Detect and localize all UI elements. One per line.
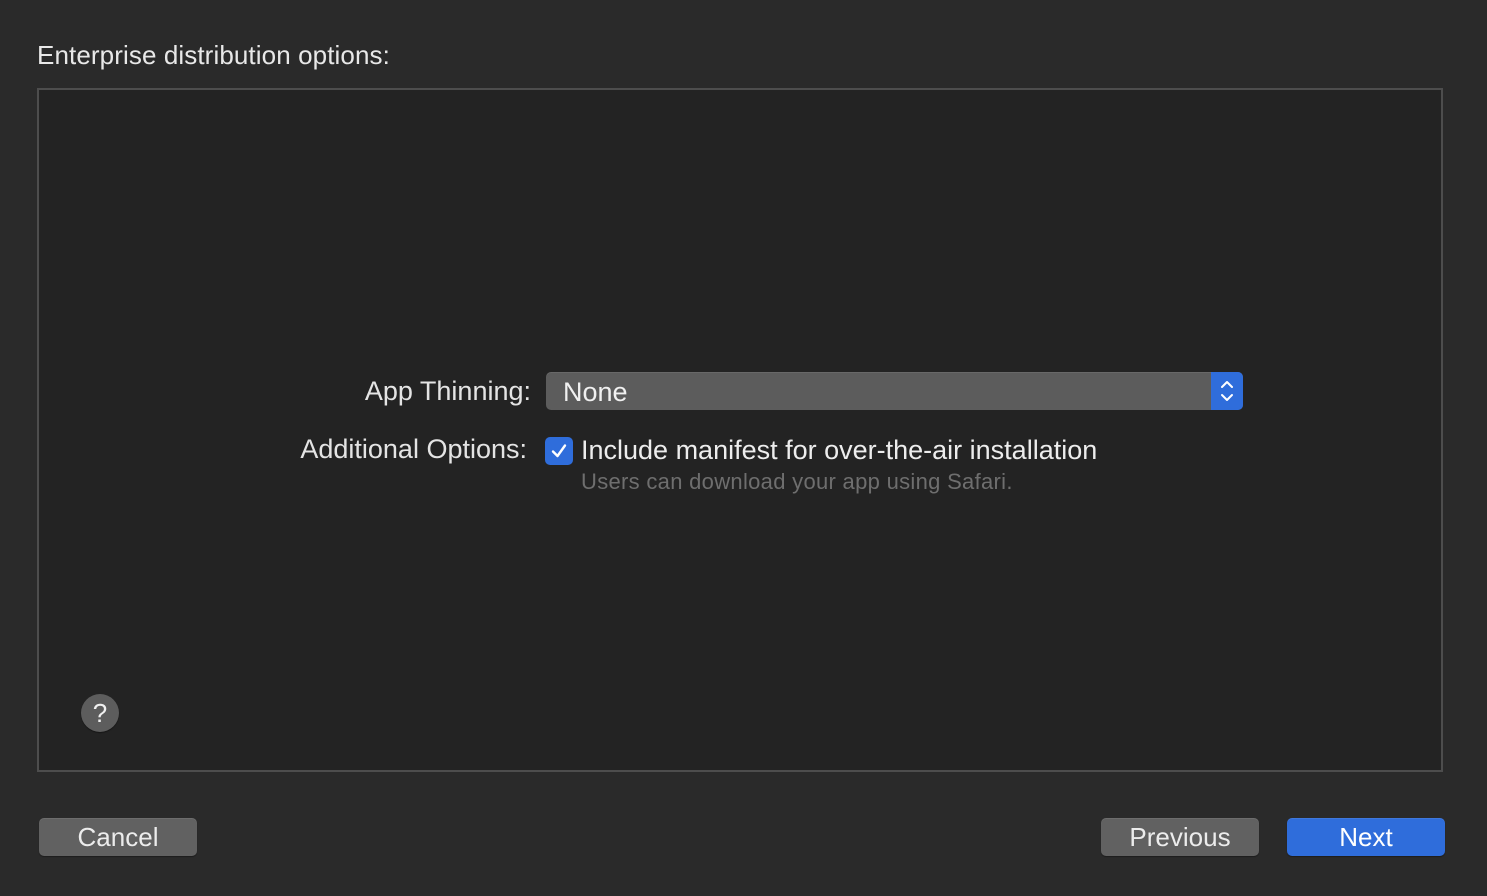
next-button[interactable]: Next [1287, 818, 1445, 856]
checkmark-icon [551, 444, 567, 458]
chevron-up-down-icon [1211, 372, 1243, 410]
additional-options-label: Additional Options: [300, 434, 527, 464]
help-button[interactable]: ? [81, 694, 119, 732]
cancel-button[interactable]: Cancel [39, 818, 197, 856]
include-manifest-help-text: Users can download your app using Safari… [581, 469, 1013, 494]
options-panel [37, 88, 1443, 772]
page-title: Enterprise distribution options: [37, 40, 390, 70]
distribution-options-window: Enterprise distribution options: App Thi… [0, 0, 1487, 896]
previous-button[interactable]: Previous [1101, 818, 1259, 856]
app-thinning-select[interactable]: None [546, 372, 1243, 410]
include-manifest-checkbox[interactable] [545, 437, 573, 465]
app-thinning-label: App Thinning: [364, 376, 531, 406]
include-manifest-label[interactable]: Include manifest for over-the-air instal… [581, 435, 1097, 466]
app-thinning-selected-value: None [563, 377, 628, 407]
